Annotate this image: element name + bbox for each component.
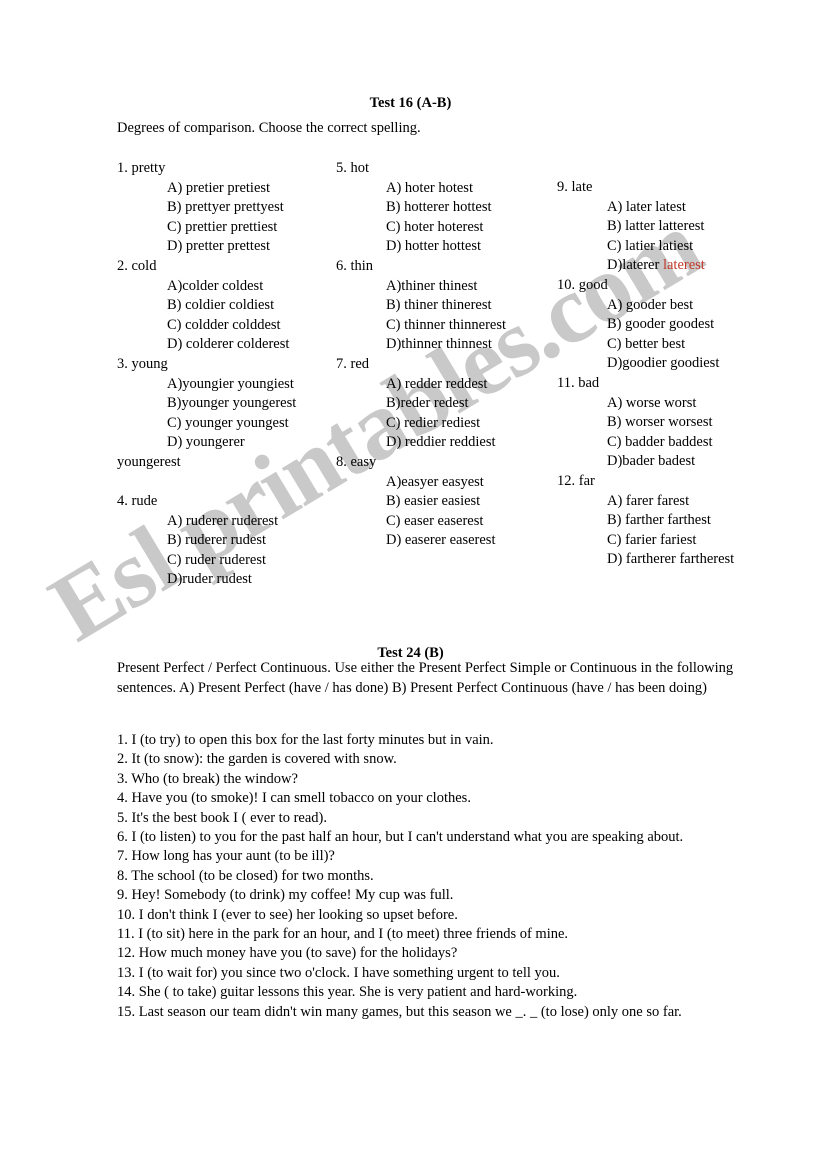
question-block: 1. pretty A) pretier pretiest B) prettyer … <box>117 159 342 257</box>
test-16-column-1: 1. pretty A) pretier pretiest B) prettyer … <box>117 159 342 590</box>
question-option[interactable]: D)bader badest <box>557 452 797 472</box>
question-block: 10. good A) gooder best B) gooder goodest C… <box>557 276 797 374</box>
question-option[interactable]: B) ruderer rudest <box>117 531 342 551</box>
question-option[interactable]: A)thiner thinest <box>336 277 551 297</box>
question-option[interactable]: C) hoter hoterest <box>336 218 551 238</box>
question-block: 3. young A)youngier youngiest B)younger yo… <box>117 355 342 473</box>
question-option[interactable]: C) better best <box>557 335 797 355</box>
question-option[interactable]: C) badder baddest <box>557 433 797 453</box>
question-block: 11. bad A) worse worst B) worser worsest C)… <box>557 374 797 472</box>
question-option[interactable]: B)reder redest <box>336 394 551 414</box>
question-option[interactable]: B) hotterer hottest <box>336 198 551 218</box>
question-stem: 11. bad <box>557 374 600 391</box>
highlighted-answer-text: laterest <box>662 257 705 274</box>
question-option[interactable]: B) thiner thinerest <box>336 296 551 316</box>
test-16-column-3: 9. late A) later latest B) latter latteres… <box>557 178 797 570</box>
exercise-sentence: 7. How long has your aunt (to be ill)? <box>117 848 335 865</box>
question-stem: 1. pretty <box>117 160 166 176</box>
question-option[interactable]: A) gooder best <box>557 296 797 316</box>
question-option[interactable]: A)colder coldest <box>117 277 342 297</box>
question-option[interactable]: C) coldder colddest <box>117 316 342 336</box>
question-stem: 10. good <box>557 276 608 293</box>
question-block: 7. red A) redder reddest B)reder redest C) … <box>336 355 551 453</box>
question-option[interactable]: A) worse worst <box>557 394 797 414</box>
question-option[interactable]: A) pretier pretiest <box>117 179 342 199</box>
question-option[interactable]: C) younger youngest <box>117 414 342 434</box>
question-option[interactable]: A) redder reddest <box>336 375 551 395</box>
question-option[interactable]: D) easerer easerest <box>336 531 551 551</box>
exercise-sentence: 11. I (to sit) here in the park for an h… <box>117 926 569 943</box>
question-option[interactable]: D) reddier reddiest <box>336 433 551 453</box>
exercise-sentence: 10. I don't think I (ever to see) her lo… <box>117 906 458 923</box>
question-option[interactable]: A) hoter hotest <box>336 179 551 199</box>
exercise-sentence: 2. It (to snow): the garden is covered w… <box>117 751 397 768</box>
question-stem: 7. red <box>336 355 370 372</box>
question-option[interactable]: B) gooder goodest <box>557 315 797 335</box>
question-option[interactable]: C) redier rediest <box>336 414 551 434</box>
exercise-sentence: 13. I (to wait for) you since two o'cloc… <box>117 964 560 981</box>
test-24-sentence-list: 1. I (to try) to open this box for the l… <box>117 731 765 1022</box>
question-block: 5. hot A) hoter hotest B) hotterer hottest… <box>336 159 551 257</box>
question-option[interactable]: C) prettier prettiest <box>117 218 342 238</box>
question-stem: 3. young <box>117 355 168 372</box>
question-option[interactable]: D) pretter prettest <box>117 237 342 257</box>
question-block: 6. thin A)thiner thinest B) thiner thinere… <box>336 257 551 355</box>
question-stem: 9. late <box>557 179 593 195</box>
question-option[interactable]: D)goodier goodiest <box>557 354 797 374</box>
option-label-text: D)laterer <box>607 257 663 274</box>
question-option[interactable]: D) hotter hottest <box>336 237 551 257</box>
question-stem: 4. rude <box>117 493 158 510</box>
question-option[interactable]: A) later latest <box>557 198 797 218</box>
question-option[interactable]: B) latter latterest <box>557 217 797 237</box>
question-option[interactable]: C) easer easerest <box>336 512 551 532</box>
question-option-highlighted[interactable]: D)laterer laterest <box>557 256 797 276</box>
question-option[interactable]: A)youngier youngiest <box>117 375 342 395</box>
worksheet-page: Esl printables.com Test 16 (A-B) Degrees… <box>0 0 821 1169</box>
question-option[interactable]: C) thinner thinnerest <box>336 316 551 336</box>
question-block: 12. far A) farer farest B) farther farthes… <box>557 472 797 570</box>
question-option[interactable]: A) ruderer ruderest <box>117 512 342 532</box>
exercise-sentence: 5. It's the best book I ( ever to read). <box>117 809 327 826</box>
question-option[interactable]: B) prettyer prettyest <box>117 198 342 218</box>
question-option[interactable]: B)younger youngerest <box>117 394 342 414</box>
exercise-sentence: 14. She ( to take) guitar lessons this y… <box>117 984 578 1001</box>
exercise-sentence: 8. The school (to be closed) for two mon… <box>117 867 374 884</box>
question-stem: 6. thin <box>336 257 374 274</box>
question-block: 9. late A) later latest B) latter latteres… <box>557 178 797 276</box>
question-option[interactable]: C) latier latiest <box>557 237 797 257</box>
question-option-overflow: youngerest <box>117 453 181 470</box>
question-option[interactable]: D)ruder rudest <box>117 570 342 590</box>
column-spacer <box>117 473 342 493</box>
exercise-sentence: 12. How much money have you (to save) fo… <box>117 945 458 962</box>
question-option[interactable]: B) coldier coldiest <box>117 296 342 316</box>
question-option[interactable]: B) worser worsest <box>557 413 797 433</box>
test-16-title: Test 16 (A-B) <box>369 95 452 111</box>
exercise-sentence: 9. Hey! Somebody (to drink) my coffee! M… <box>117 887 454 904</box>
question-block: 4. rude A) ruderer ruderest B) ruderer rud… <box>117 492 342 590</box>
question-stem: 12. far <box>557 472 595 489</box>
question-block: 2. cold A)colder coldest B) coldier coldie… <box>117 257 342 355</box>
question-option[interactable]: D) fartherer fartherest <box>557 550 797 570</box>
test-24-instructions: Present Perfect / Perfect Continuous. Us… <box>117 660 734 696</box>
question-stem: 2. cold <box>117 257 157 274</box>
question-stem: 8. easy <box>336 453 377 470</box>
question-option[interactable]: C) farier fariest <box>557 531 797 551</box>
exercise-sentence: 1. I (to try) to open this box for the l… <box>117 732 494 748</box>
question-option[interactable]: C) ruder ruderest <box>117 551 342 571</box>
test-16-instructions: Degrees of comparison. Choose the correc… <box>117 120 421 136</box>
exercise-sentence: 3. Who (to break) the window? <box>117 770 298 787</box>
exercise-sentence: 4. Have you (to smoke)! I can smell toba… <box>117 790 471 807</box>
question-option[interactable]: B) farther farthest <box>557 511 797 531</box>
exercise-sentence: 15. Last season our team didn't win many… <box>117 1003 682 1020</box>
test-16-column-2: 5. hot A) hoter hotest B) hotterer hottest… <box>336 159 551 551</box>
question-stem: 5. hot <box>336 160 370 176</box>
exercise-sentence: 6. I (to listen) to you for the past hal… <box>117 829 684 846</box>
question-option[interactable]: A)easyer easyest <box>336 473 551 493</box>
question-option[interactable]: D) colderer colderest <box>117 335 342 355</box>
question-option[interactable]: D) youngerer <box>117 433 342 453</box>
question-option[interactable]: D)thinner thinnest <box>336 335 551 355</box>
question-option[interactable]: B) easier easiest <box>336 492 551 512</box>
question-block: 8. easy A)easyer easyest B) easier easiest… <box>336 453 551 551</box>
question-option[interactable]: A) farer farest <box>557 492 797 512</box>
